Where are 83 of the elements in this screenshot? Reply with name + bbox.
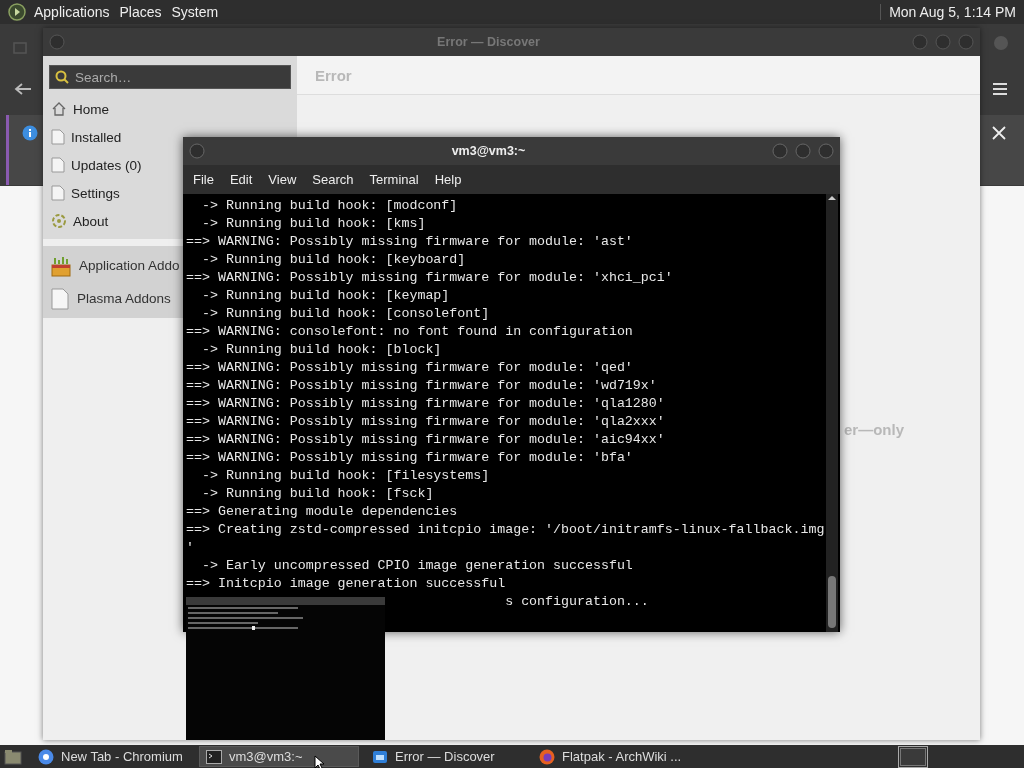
- clock[interactable]: Mon Aug 5, 1:14 PM: [880, 4, 1016, 20]
- nav-item[interactable]: About: [49, 207, 113, 235]
- browser-icon: [38, 748, 54, 765]
- info-icon: [22, 125, 38, 141]
- firefox-icon: [539, 748, 555, 765]
- taskbar-button[interactable]: New Tab - Chromium: [32, 746, 192, 767]
- window-button-icon[interactable]: [772, 143, 788, 159]
- terminal-line: ==> WARNING: Possibly missing firmware for module: 'qla2xxx': [186, 413, 666, 431]
- nav-item[interactable]: Updates (0): [49, 151, 146, 179]
- menu-item[interactable]: Edit: [221, 172, 261, 187]
- menu-icon[interactable]: [993, 83, 1007, 95]
- terminal-line: ==> WARNING: Possibly missing firmware for module: 'xhci_pci': [186, 269, 674, 287]
- terminal-line: -> Running build hook: [keymap]: [200, 287, 451, 305]
- workspace-switcher[interactable]: [898, 745, 928, 768]
- terminal-line: ==> Initcpio image generation successful: [186, 575, 507, 593]
- scrollbar-thumb[interactable]: [828, 576, 836, 628]
- terminal-line: -> Running build hook: [modconf]: [200, 197, 459, 215]
- terminal-line: ==> WARNING: consolefont: no font found in configuration: [186, 323, 634, 341]
- show-desktop-icon[interactable]: [4, 748, 22, 765]
- terminal-line: -> Running build hook: [kms]: [200, 215, 427, 233]
- document-icon: [51, 129, 65, 145]
- taskbar-button[interactable]: vm3@vm3:~: [199, 746, 359, 767]
- mouse-pointer-icon: [314, 755, 325, 768]
- window-button-icon[interactable]: [993, 35, 1009, 51]
- menu-item[interactable]: File: [185, 172, 222, 187]
- scrollbar[interactable]: [826, 194, 838, 632]
- panel-menu[interactable]: Places: [117, 4, 170, 20]
- window-button-icon[interactable]: [912, 34, 928, 50]
- taskbar-button[interactable]: Error — Discover: [366, 746, 526, 767]
- message-text: er—only: [844, 421, 904, 438]
- panel-menu[interactable]: System: [169, 4, 227, 20]
- terminal-line: ==> Generating module dependencies: [186, 503, 459, 521]
- back-arrow-icon[interactable]: [14, 82, 32, 96]
- window-thumbnail[interactable]: [186, 597, 385, 740]
- window-button-icon[interactable]: [795, 143, 811, 159]
- terminal-line: -> Early uncompressed CPIO image generation successful: [200, 557, 634, 575]
- package-icon: [51, 254, 71, 277]
- window-title: vm3@vm3:~: [450, 144, 527, 158]
- terminal-line: ==> WARNING: Possibly missing firmware for module: 'ast': [186, 233, 634, 251]
- distro-logo-icon[interactable]: [8, 3, 26, 21]
- taskbar-button[interactable]: Flatpak - ArchWiki ...: [533, 746, 693, 767]
- search-field[interactable]: Search…: [49, 65, 291, 89]
- terminal-line: ==> WARNING: Possibly missing firmware for module: 'aic94xx': [186, 431, 666, 449]
- panel-menu[interactable]: Applications: [32, 4, 118, 20]
- close-icon[interactable]: [992, 126, 1006, 140]
- nav-item[interactable]: Home: [49, 95, 113, 123]
- terminal-line: -> Running build hook: [filesystems]: [200, 467, 491, 485]
- window-title: Error — Discover: [436, 35, 541, 49]
- window-button-icon[interactable]: [935, 34, 951, 50]
- terminal-line: -> Running build hook: [block]: [200, 341, 443, 359]
- window-icon: [13, 41, 27, 55]
- about-icon: [51, 213, 67, 229]
- discover-icon: [372, 748, 388, 765]
- terminal-line: ==> WARNING: Possibly missing firmware for module: 'bfa': [186, 449, 634, 467]
- page-title: Error: [315, 66, 352, 84]
- menu-item[interactable]: View: [260, 172, 305, 187]
- document-icon: [51, 287, 69, 310]
- house-icon: [51, 101, 67, 117]
- terminal-line: ==> Creating zstd-compressed initcpio image: '/boot/initramfs-linux-fallback.img: [186, 521, 826, 539]
- terminal-line: ==> WARNING: Possibly missing firmware for module: 'wd719x': [186, 377, 658, 395]
- addon-item[interactable]: Application Addo: [43, 249, 180, 282]
- window-menu-icon[interactable]: [49, 34, 65, 50]
- terminal-line: ==> WARNING: Possibly missing firmware for module: 'qla1280': [186, 395, 666, 413]
- terminal-line: -> Running build hook: [fsck]: [200, 485, 435, 503]
- nav-item[interactable]: Installed: [49, 123, 126, 151]
- document-icon: [51, 157, 65, 173]
- terminal-line: -> Running build hook: [consolefont]: [200, 305, 491, 323]
- terminal-line: -> Running build hook: [keyboard]: [200, 251, 467, 269]
- nav-item[interactable]: Settings: [49, 179, 124, 207]
- addon-item[interactable]: Plasma Addons: [43, 282, 171, 315]
- search-icon: [55, 70, 69, 84]
- terminal-line: s configuration...: [504, 593, 650, 611]
- terminal-icon: [206, 749, 222, 764]
- window-button-icon[interactable]: [958, 34, 974, 50]
- scroll-up-icon[interactable]: [826, 194, 838, 202]
- terminal-line: ==> WARNING: Possibly missing firmware for module: 'qed': [186, 359, 634, 377]
- terminal-line: ': [186, 539, 195, 557]
- window-menu-icon[interactable]: [189, 143, 205, 159]
- document-icon: [51, 185, 65, 201]
- menu-item[interactable]: Help: [426, 172, 470, 187]
- window-button-icon[interactable]: [818, 143, 834, 159]
- menu-item[interactable]: Search: [304, 172, 362, 187]
- menu-item[interactable]: Terminal: [361, 172, 427, 187]
